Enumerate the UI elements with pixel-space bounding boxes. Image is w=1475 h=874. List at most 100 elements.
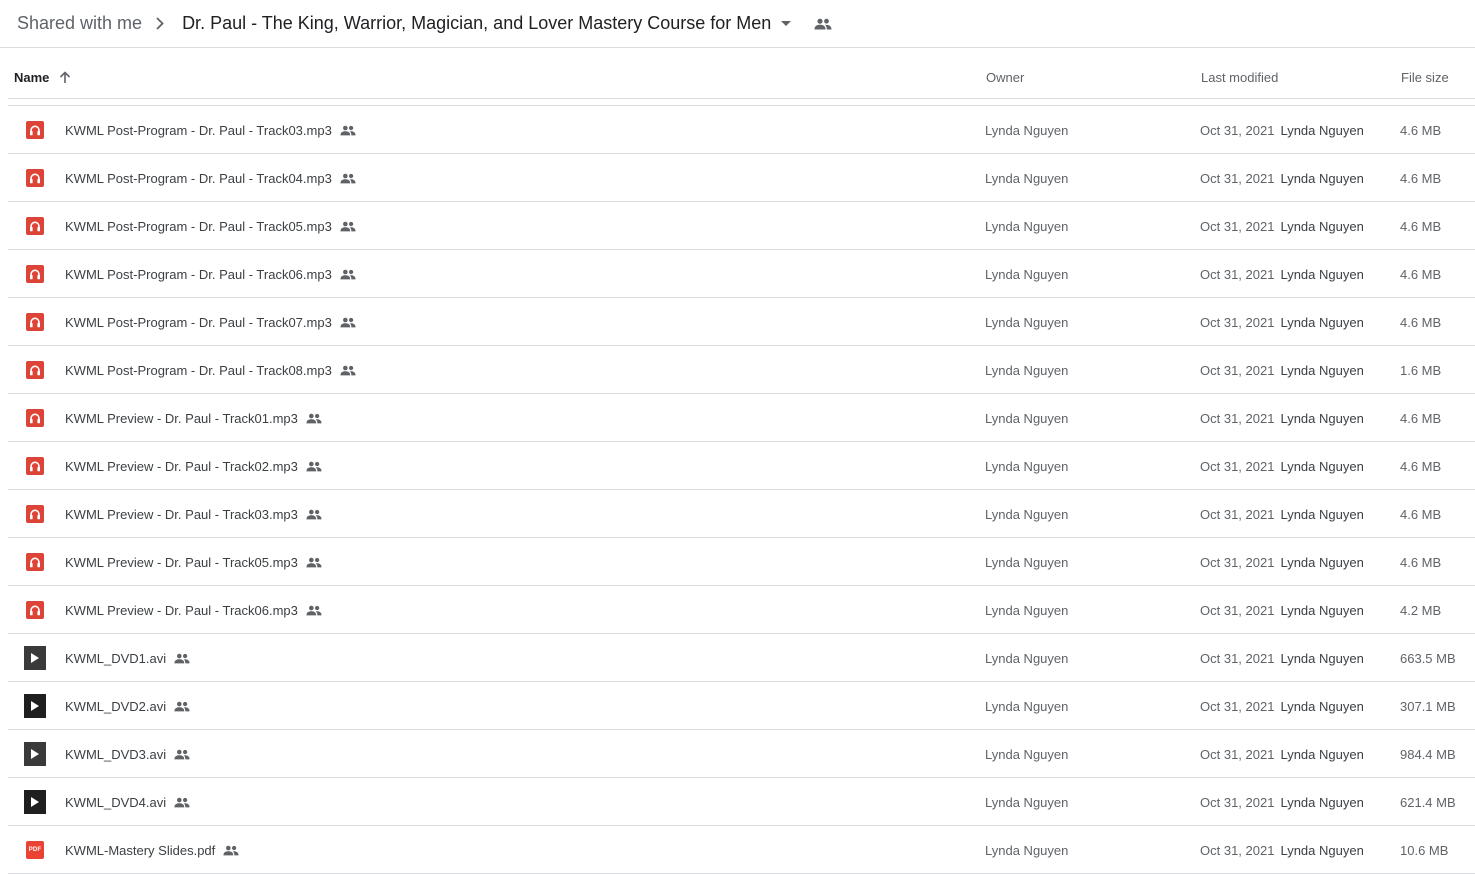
column-header-owner[interactable]: Owner	[986, 70, 1024, 85]
file-row[interactable]: PDF KWML-Mastery Slides.pdf Lynda Nguyen…	[8, 826, 1475, 874]
shared-people-icon	[174, 701, 190, 712]
file-name[interactable]: KWML-Mastery Slides.pdf	[65, 843, 239, 858]
file-last-modified: Oct 31, 2021 Lynda Nguyen	[1200, 123, 1364, 138]
file-name[interactable]: KWML_DVD3.avi	[65, 747, 190, 762]
column-name-label: Name	[14, 70, 50, 85]
arrow-up-icon	[60, 71, 71, 83]
caret-down-icon[interactable]	[781, 21, 792, 26]
modified-date: Oct 31, 2021	[1200, 171, 1275, 186]
file-last-modified: Oct 31, 2021 Lynda Nguyen	[1200, 843, 1364, 858]
modified-date: Oct 31, 2021	[1200, 555, 1275, 570]
modified-date: Oct 31, 2021	[1200, 219, 1275, 234]
video-play-icon	[24, 646, 46, 670]
modified-date: Oct 31, 2021	[1200, 507, 1275, 522]
file-size: 663.5 MB	[1400, 651, 1456, 666]
file-name[interactable]: KWML_DVD4.avi	[65, 795, 190, 810]
file-row[interactable]: KWML Post-Program - Dr. Paul - Track08.m…	[8, 346, 1475, 394]
file-last-modified: Oct 31, 2021 Lynda Nguyen	[1200, 795, 1364, 810]
file-row[interactable]: KWML_DVD1.avi Lynda Nguyen Oct 31, 2021 L…	[8, 634, 1475, 682]
modified-date: Oct 31, 2021	[1200, 843, 1275, 858]
file-size: 4.2 MB	[1400, 603, 1442, 618]
file-name[interactable]: KWML_DVD1.avi	[65, 651, 190, 666]
modified-by: Lynda Nguyen	[1280, 507, 1364, 522]
file-name[interactable]: KWML Post-Program - Dr. Paul - Track07.m…	[65, 315, 356, 330]
file-row[interactable]: KWML Post-Program - Dr. Paul - Track05.m…	[8, 202, 1475, 250]
file-name-text: KWML Preview - Dr. Paul - Track06.mp3	[65, 603, 298, 618]
file-name-text: KWML Preview - Dr. Paul - Track03.mp3	[65, 507, 298, 522]
file-row[interactable]: KWML Preview - Dr. Paul - Track06.mp3 Ly…	[8, 586, 1475, 634]
file-row[interactable]: KWML Post-Program - Dr. Paul - Track04.m…	[8, 154, 1475, 202]
headphones-icon	[24, 119, 46, 141]
file-last-modified: Oct 31, 2021 Lynda Nguyen	[1200, 507, 1364, 522]
file-name[interactable]: KWML Preview - Dr. Paul - Track03.mp3	[65, 507, 322, 522]
headphones-icon	[24, 407, 46, 429]
column-header-name[interactable]: Name	[14, 70, 71, 85]
breadcrumb-current-folder[interactable]: Dr. Paul - The King, Warrior, Magician, …	[182, 13, 771, 34]
modified-date: Oct 31, 2021	[1200, 267, 1275, 282]
file-owner: Lynda Nguyen	[985, 651, 1069, 666]
modified-by: Lynda Nguyen	[1280, 363, 1364, 378]
file-owner: Lynda Nguyen	[985, 315, 1069, 330]
file-row[interactable]: KWML_DVD2.avi Lynda Nguyen Oct 31, 2021 L…	[8, 682, 1475, 730]
file-name[interactable]: KWML Post-Program - Dr. Paul - Track08.m…	[65, 363, 356, 378]
file-name[interactable]: KWML Preview - Dr. Paul - Track02.mp3	[65, 459, 322, 474]
shared-people-icon	[306, 461, 322, 472]
file-owner: Lynda Nguyen	[985, 267, 1069, 282]
file-name-text: KWML_DVD4.avi	[65, 795, 167, 810]
file-row[interactable]: KWML Preview - Dr. Paul - Track01.mp3 Ly…	[8, 394, 1475, 442]
file-row[interactable]: KWML Preview - Dr. Paul - Track03.mp3 Ly…	[8, 490, 1475, 538]
file-row[interactable]: KWML Preview - Dr. Paul - Track02.mp3 Ly…	[8, 442, 1475, 490]
shared-people-icon	[174, 797, 190, 808]
file-last-modified: Oct 31, 2021 Lynda Nguyen	[1200, 315, 1364, 330]
file-name[interactable]: KWML Preview - Dr. Paul - Track05.mp3	[65, 555, 322, 570]
modified-by: Lynda Nguyen	[1280, 651, 1364, 666]
file-name[interactable]: KWML Post-Program - Dr. Paul - Track05.m…	[65, 219, 356, 234]
file-name[interactable]: KWML Post-Program - Dr. Paul - Track03.m…	[65, 123, 356, 138]
file-row[interactable]: KWML_DVD4.avi Lynda Nguyen Oct 31, 2021 L…	[8, 778, 1475, 826]
file-name-text: KWML Post-Program - Dr. Paul - Track08.m…	[65, 363, 332, 378]
modified-date: Oct 31, 2021	[1200, 699, 1275, 714]
shared-people-icon	[340, 221, 356, 232]
column-header-file-size[interactable]: File size	[1401, 70, 1449, 85]
file-owner: Lynda Nguyen	[985, 555, 1069, 570]
file-name-text: KWML_DVD1.avi	[65, 651, 167, 666]
shared-people-icon	[340, 365, 356, 376]
file-row[interactable]: KWML Preview - Dr. Paul - Track05.mp3 Ly…	[8, 538, 1475, 586]
file-size: 307.1 MB	[1400, 699, 1456, 714]
file-name[interactable]: KWML Post-Program - Dr. Paul - Track04.m…	[65, 171, 356, 186]
file-name[interactable]: KWML Preview - Dr. Paul - Track01.mp3	[65, 411, 322, 426]
file-owner: Lynda Nguyen	[985, 123, 1069, 138]
file-name-text: KWML Post-Program - Dr. Paul - Track03.m…	[65, 123, 332, 138]
file-last-modified: Oct 31, 2021 Lynda Nguyen	[1200, 219, 1364, 234]
file-name-text: KWML_DVD3.avi	[65, 747, 167, 762]
file-owner: Lynda Nguyen	[985, 699, 1069, 714]
breadcrumb-shared-with-me[interactable]: Shared with me	[17, 13, 142, 34]
shared-people-icon	[340, 317, 356, 328]
file-row[interactable]: KWML Post-Program - Dr. Paul - Track07.m…	[8, 298, 1475, 346]
file-size: 4.6 MB	[1400, 459, 1442, 474]
file-name-text: KWML Post-Program - Dr. Paul - Track04.m…	[65, 171, 332, 186]
column-header-last-modified[interactable]: Last modified	[1201, 70, 1278, 85]
shared-folder-icon	[814, 18, 832, 30]
modified-date: Oct 31, 2021	[1200, 123, 1275, 138]
file-size: 4.6 MB	[1400, 123, 1442, 138]
file-owner: Lynda Nguyen	[985, 843, 1069, 858]
file-name-text: KWML Post-Program - Dr. Paul - Track07.m…	[65, 315, 332, 330]
shared-people-icon	[306, 413, 322, 424]
file-row[interactable]: KWML Post-Program - Dr. Paul - Track06.m…	[8, 250, 1475, 298]
modified-by: Lynda Nguyen	[1280, 171, 1364, 186]
file-row[interactable]: KWML_DVD3.avi Lynda Nguyen Oct 31, 2021 L…	[8, 730, 1475, 778]
file-name[interactable]: KWML_DVD2.avi	[65, 699, 190, 714]
modified-by: Lynda Nguyen	[1280, 555, 1364, 570]
file-last-modified: Oct 31, 2021 Lynda Nguyen	[1200, 363, 1364, 378]
pdf-icon: PDF	[24, 839, 46, 861]
file-row[interactable]: KWML Post-Program - Dr. Paul - Track03.m…	[8, 106, 1475, 154]
file-name-text: KWML_DVD2.avi	[65, 699, 167, 714]
file-size: 10.6 MB	[1400, 843, 1449, 858]
breadcrumb-bar: Shared with me Dr. Paul - The King, Warr…	[0, 0, 1475, 48]
shared-people-icon	[174, 653, 190, 664]
file-owner: Lynda Nguyen	[985, 459, 1069, 474]
file-name[interactable]: KWML Post-Program - Dr. Paul - Track06.m…	[65, 267, 356, 282]
shared-people-icon	[174, 749, 190, 760]
file-name[interactable]: KWML Preview - Dr. Paul - Track06.mp3	[65, 603, 322, 618]
